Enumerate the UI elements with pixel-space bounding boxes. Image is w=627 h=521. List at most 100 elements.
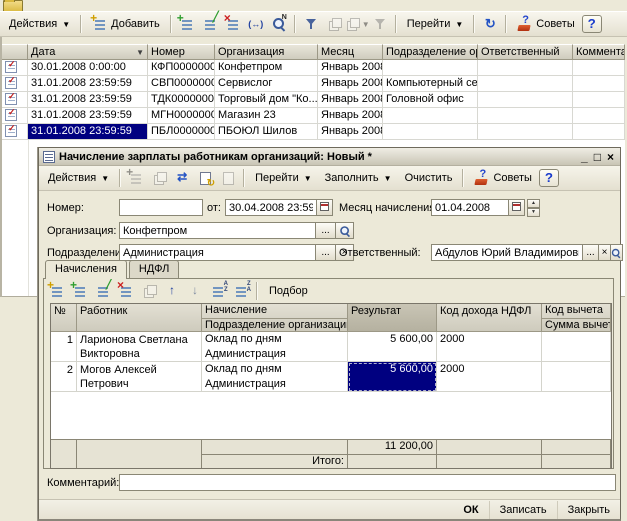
table-row[interactable]: 31.01.2008 23:59:59 СВП00000001 Сервисло…	[2, 76, 625, 92]
org-input[interactable]	[119, 222, 316, 239]
dialog-help-button[interactable]: ?	[539, 169, 559, 187]
move-down-button[interactable]: ↓	[184, 281, 206, 301]
grid-row[interactable]: 1 Ларионова Светлана Викторовна Оклад по…	[51, 332, 611, 362]
cell-number[interactable]: МГН00000001	[148, 108, 215, 124]
header-num[interactable]: №	[51, 304, 77, 332]
grid-edit-button[interactable]	[92, 281, 114, 301]
cell-resp[interactable]	[478, 60, 573, 76]
table-row[interactable]: 30.01.2008 0:00:00 КФП00000001 Конфетпро…	[2, 60, 625, 76]
resp-select-button[interactable]: ...	[582, 244, 599, 261]
dept-select-button[interactable]: ...	[315, 244, 336, 261]
org-select-button[interactable]: ...	[315, 222, 336, 239]
cell-result[interactable]: 5 600,00	[348, 332, 437, 362]
add-copy-button[interactable]	[176, 14, 198, 34]
cell-number[interactable]: СВП00000001	[148, 76, 215, 92]
dialog-actions-button[interactable]: Действия▼	[42, 168, 115, 188]
grid-add-copy-button[interactable]	[69, 281, 91, 301]
header-worker[interactable]: Работник	[77, 304, 202, 332]
tips-button[interactable]: Советы	[511, 14, 580, 34]
refresh-button[interactable]: ↻	[479, 14, 501, 34]
grid-row[interactable]: 2 Могов Алексей Петрович Оклад по дням А…	[51, 362, 611, 392]
cell-number[interactable]: КФП00000001	[148, 60, 215, 76]
spin-up-icon[interactable]: ▲	[527, 199, 540, 208]
resp-input[interactable]	[431, 244, 583, 261]
month-input[interactable]	[431, 199, 509, 216]
month-calendar-button[interactable]	[508, 199, 525, 216]
header-org[interactable]: Организация	[215, 44, 318, 60]
cell-accrual-dept[interactable]: Оклад по дням Администрация	[202, 362, 348, 392]
cell-number[interactable]: ПБЛ00000001	[148, 124, 215, 140]
header-comment[interactable]: Комментарий	[573, 44, 625, 60]
dialog-titlebar[interactable]: Начисление зарплаты работникам организац…	[39, 148, 620, 166]
cell-date[interactable]: 31.01.2008 23:59:59	[28, 108, 148, 124]
cell-dept[interactable]: Головной офис	[383, 92, 478, 108]
cell-resp[interactable]	[478, 124, 573, 140]
cell-date-selected[interactable]: 31.01.2008 23:59:59	[28, 124, 148, 140]
cell-dept[interactable]	[383, 108, 478, 124]
tab-ndfl[interactable]: НДФЛ	[129, 260, 179, 278]
header-deduction[interactable]: Код вычета Сумма вычета (к...	[542, 304, 611, 332]
close-button[interactable]: ×	[607, 150, 614, 164]
cell-date[interactable]: 31.01.2008 23:59:59	[28, 76, 148, 92]
cell-month[interactable]: Январь 2008	[318, 76, 383, 92]
header-accrual-dept[interactable]: Начисление Подразделение организации	[202, 304, 348, 332]
dialog-tips-button[interactable]: Советы	[468, 168, 537, 188]
cell-resp[interactable]	[478, 76, 573, 92]
cell-org[interactable]: Торговый дом "Ко...	[215, 92, 318, 108]
spin-down-icon[interactable]: ▼	[527, 208, 540, 217]
header-income-code[interactable]: Код дохода НДФЛ	[437, 304, 542, 332]
cell-month[interactable]: Январь 2008	[318, 92, 383, 108]
fill-button[interactable]: Заполнить▼	[319, 168, 398, 188]
edit-button[interactable]	[199, 14, 221, 34]
reread-button[interactable]: ⇄	[171, 168, 193, 188]
header-resp[interactable]: Ответственный	[478, 44, 573, 60]
cell-org[interactable]: Конфетпром	[215, 60, 318, 76]
sort-desc-icon[interactable]: ▼	[136, 45, 144, 60]
cell-month[interactable]: Январь 2008	[318, 60, 383, 76]
cell-income-code[interactable]: 2000	[437, 332, 542, 362]
grid-add-button[interactable]	[46, 281, 68, 301]
cell-number[interactable]: ТДК00000001	[148, 92, 215, 108]
cell-dept[interactable]	[383, 124, 478, 140]
cell-resp[interactable]	[478, 108, 573, 124]
add-button[interactable]: Добавить	[86, 14, 166, 34]
date-calendar-button[interactable]	[316, 199, 333, 216]
header-number[interactable]: Номер	[148, 44, 215, 60]
maximize-button[interactable]: □	[594, 150, 601, 164]
grid-delete-button[interactable]	[115, 281, 137, 301]
clear-button[interactable]: Очистить	[399, 168, 459, 188]
cell-comment[interactable]	[573, 76, 625, 92]
tab-accruals[interactable]: Начисления	[45, 260, 127, 279]
write-button[interactable]: Записать	[489, 501, 557, 519]
go-menu-button[interactable]: Перейти▼	[401, 14, 470, 34]
cell-deduction[interactable]	[542, 332, 611, 362]
comment-input[interactable]	[119, 474, 616, 491]
cell-dept[interactable]: Компьютерный се...	[383, 76, 478, 92]
cell-comment[interactable]	[573, 124, 625, 140]
ok-button[interactable]: ОК	[453, 501, 488, 519]
cell-date[interactable]: 30.01.2008 0:00:00	[28, 60, 148, 76]
minimize-button[interactable]: _	[581, 150, 588, 164]
table-row[interactable]: 31.01.2008 23:59:59 ТДК00000001 Торговый…	[2, 92, 625, 108]
cell-income-code[interactable]: 2000	[437, 362, 542, 392]
header-date[interactable]: Дата▼	[28, 44, 148, 60]
cell-dept[interactable]	[383, 60, 478, 76]
date-input[interactable]	[225, 199, 317, 216]
actions-menu-button[interactable]: Действия▼	[3, 14, 76, 34]
dept-input[interactable]	[119, 244, 316, 261]
cell-num[interactable]: 1	[51, 332, 77, 362]
cell-org[interactable]: Магазин 23	[215, 108, 318, 124]
find-by-number-button[interactable]: N	[268, 14, 290, 34]
cell-num[interactable]: 2	[51, 362, 77, 392]
cell-org[interactable]: ПБОЮЛ Шилов	[215, 124, 318, 140]
sort-az-button[interactable]: AZ	[207, 281, 229, 301]
dialog-go-button[interactable]: Перейти▼	[249, 168, 318, 188]
delete-button[interactable]	[222, 14, 244, 34]
cell-accrual-dept[interactable]: Оклад по дням Администрация	[202, 332, 348, 362]
org-open-button[interactable]	[335, 222, 354, 239]
header-month[interactable]: Месяц	[318, 44, 383, 60]
date-interval-button[interactable]: (↔)	[245, 14, 267, 34]
month-spinner[interactable]: ▲▼	[527, 199, 540, 216]
post-button[interactable]	[194, 168, 216, 188]
cell-org[interactable]: Сервислог	[215, 76, 318, 92]
